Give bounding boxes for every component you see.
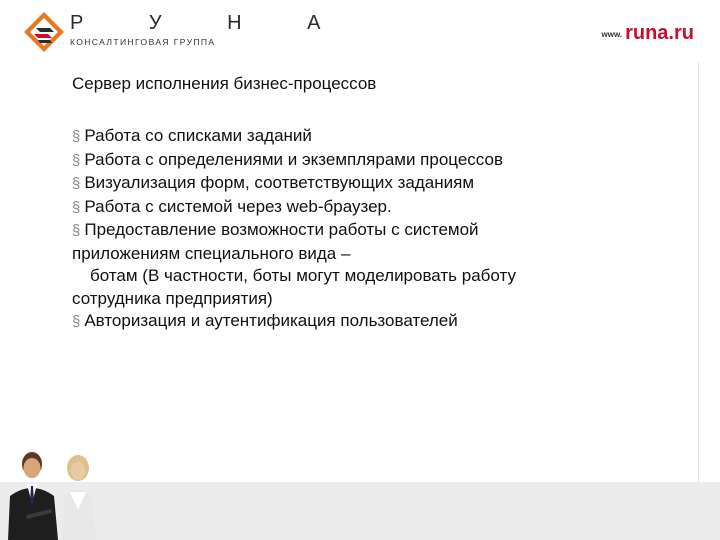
business-people-illustration <box>8 452 96 540</box>
bullet-marker: § <box>72 313 81 330</box>
bullet-continuation-text: ботам (В частности, боты могут моделиров… <box>90 266 516 285</box>
bullet-item: § Предоставление возможности работы с сис… <box>72 219 632 243</box>
bullet-text: Работа со списками заданий <box>84 126 312 145</box>
bullet-item: § Работа со списками заданий <box>72 125 632 149</box>
logo-tagline: КОНСАЛТИНГОВАЯ ГРУППА <box>70 37 216 47</box>
bullet-text: Авторизация и аутентификация пользовател… <box>84 311 458 330</box>
bullet-continuation: сотрудника предприятия) <box>72 288 632 311</box>
logo-wordmark: Р У Н А <box>70 12 351 34</box>
bullet-marker: § <box>72 198 81 216</box>
bullet-item: § Визуализация форм, соответствующих зада… <box>72 172 632 196</box>
bullet-text: Визуализация форм, соответствующих задан… <box>84 173 475 192</box>
site-www-prefix: www. <box>601 30 623 39</box>
slide-title: Сервер исполнения бизнес-процессов <box>72 74 377 93</box>
bullet-continuation: ботам (В частности, боты могут моделиров… <box>72 265 632 288</box>
bullet-text: Предоставление возможности работы с сист… <box>84 220 479 239</box>
runa-logo-icon <box>24 12 64 52</box>
site-domain: runa.ru <box>625 22 694 44</box>
bullet-continuation: приложениям специального вида – <box>72 243 632 266</box>
bullet-text: Работа с определениями и экземплярами пр… <box>84 149 503 169</box>
bullet-marker: § <box>72 128 81 145</box>
bullet-item: § Работа с определениями и экземплярами п… <box>72 149 632 173</box>
site-url[interactable]: www. runa.ru <box>602 22 695 45</box>
bullet-marker: § <box>72 151 81 169</box>
bullet-continuation-text: приложениям специального вида – <box>72 243 351 263</box>
slide-header: Р У Н А КОНСАЛТИНГОВАЯ ГРУППА www. runa.r… <box>0 0 720 62</box>
bullet-marker: § <box>72 175 81 192</box>
bullet-item: § Авторизация и аутентификация пользовате… <box>72 310 632 334</box>
bullet-list: § Работа со списками заданий § Работа с оп… <box>72 125 632 334</box>
bullet-continuation-text: сотрудника предприятия) <box>72 288 273 308</box>
bullet-marker: § <box>72 222 81 239</box>
bullet-item: § Работа с системой через web-браузер. <box>72 196 632 220</box>
bullet-text: Работа с системой через web-браузер. <box>84 196 392 216</box>
left-gutter <box>0 62 52 482</box>
